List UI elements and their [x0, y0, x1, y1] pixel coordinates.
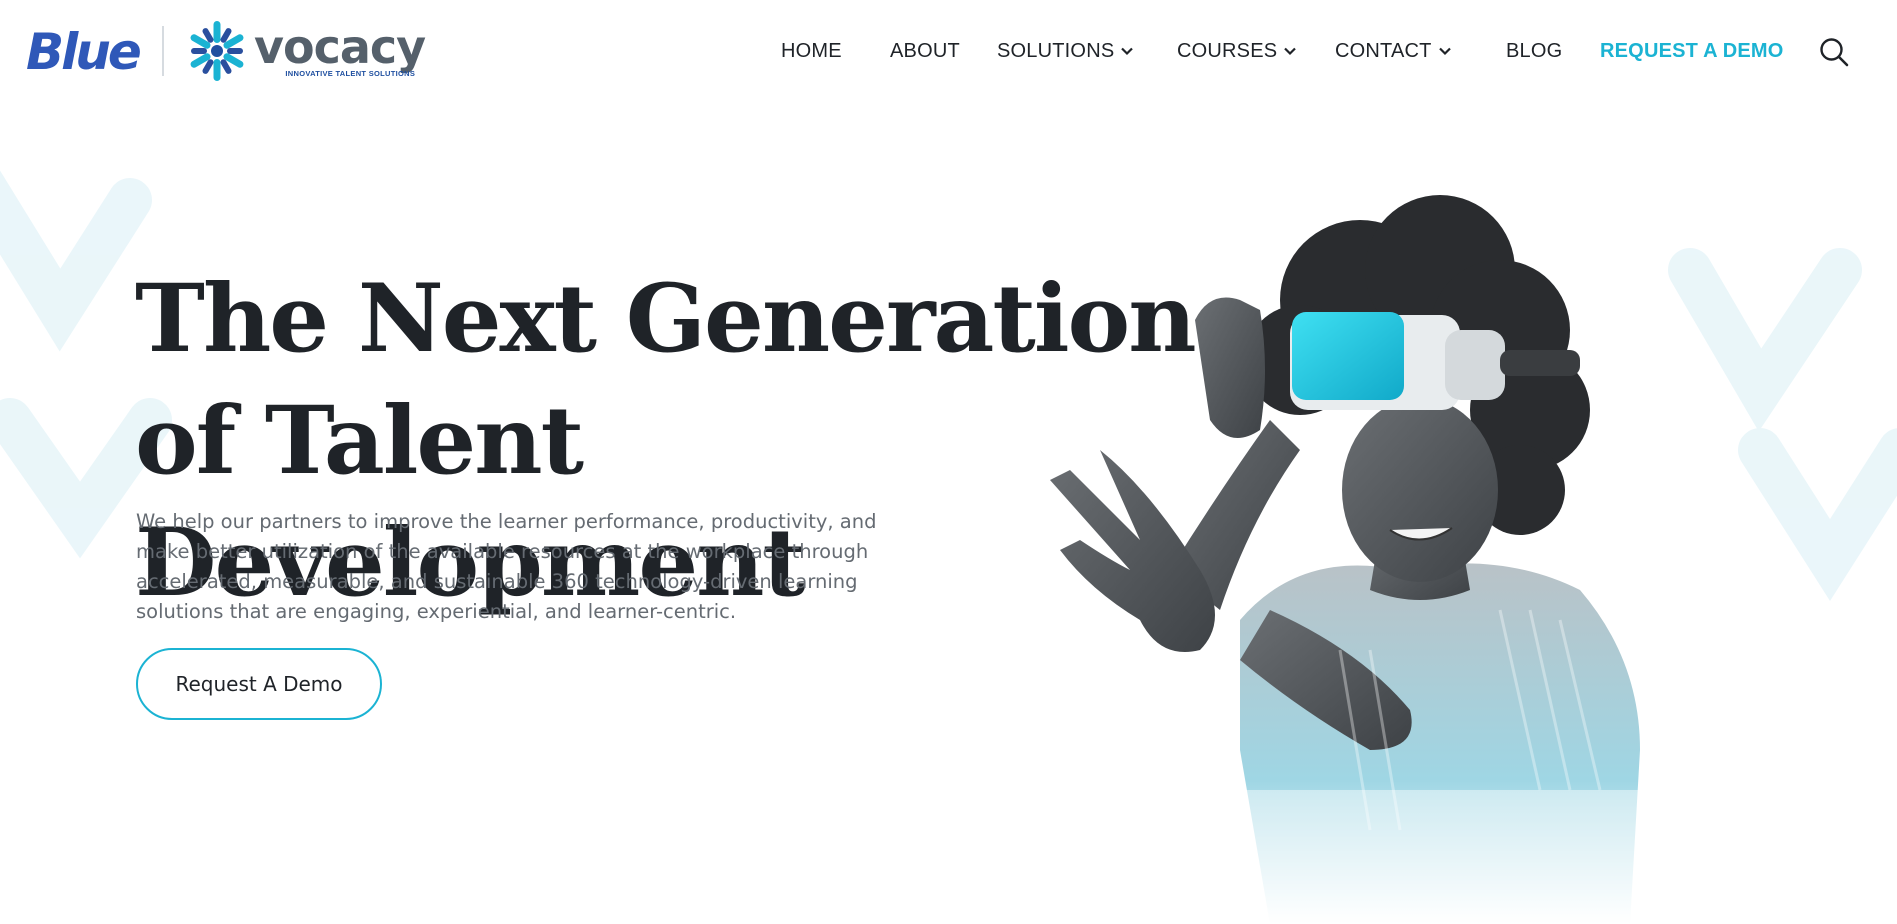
nav-item-label: COURSES	[1177, 40, 1278, 62]
nav-item-home[interactable]: HOME	[781, 36, 842, 66]
nav-item-label: ABOUT	[890, 40, 960, 62]
chevron-down-icon	[1121, 47, 1134, 56]
nav-item-courses[interactable]: COURSES	[1177, 36, 1297, 66]
vocacy-tagline: INNOVATIVE TALENT SOLUTIONS	[285, 69, 416, 79]
request-demo-button[interactable]: Request A Demo	[136, 648, 382, 720]
site-header: Blue vocacy INNOVATIVE TALENT SOLUTIONS …	[0, 0, 1897, 100]
nav-item-about[interactable]: ABOUT	[890, 36, 960, 66]
nav-item-solutions[interactable]: SOLUTIONS	[997, 36, 1134, 66]
nav-item-label: HOME	[781, 40, 842, 62]
nav-item-contact[interactable]: CONTACT	[1335, 36, 1452, 66]
nav-item-label: SOLUTIONS	[997, 40, 1115, 62]
main-nav: HOME ABOUT SOLUTIONS COURSES CONTACT BLO…	[0, 36, 1897, 66]
search-icon	[1820, 38, 1849, 67]
nav-item-label: CONTACT	[1335, 40, 1432, 62]
search-button[interactable]	[1818, 36, 1850, 68]
hero-vr-illustration	[940, 195, 1730, 924]
nav-request-demo-link[interactable]: REQUEST A DEMO	[1600, 36, 1784, 66]
nav-item-blog[interactable]: BLOG	[1506, 36, 1562, 66]
nav-item-label: BLOG	[1506, 40, 1563, 62]
request-demo-button-label: Request A Demo	[175, 672, 343, 696]
nav-request-demo-label: REQUEST A DEMO	[1600, 40, 1784, 62]
hero-description: We help our partners to improve the lear…	[136, 510, 877, 623]
chevron-down-icon	[1438, 47, 1451, 56]
chevron-down-icon	[1284, 47, 1297, 56]
